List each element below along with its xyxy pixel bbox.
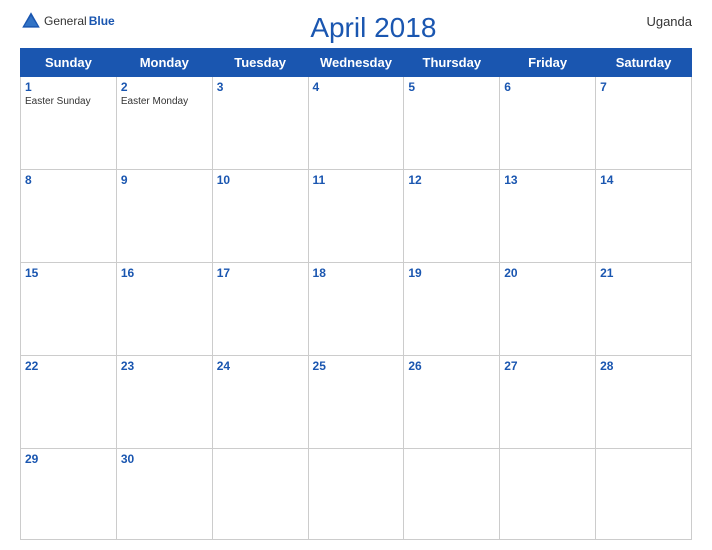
- header-sunday: Sunday: [21, 49, 117, 77]
- day-number: 26: [408, 359, 495, 373]
- table-row: 24: [212, 356, 308, 449]
- calendar-header: General Blue April 2018 Uganda: [20, 10, 692, 44]
- table-row: 28: [596, 356, 692, 449]
- table-row: 17: [212, 263, 308, 356]
- day-number: 12: [408, 173, 495, 187]
- table-row: [212, 449, 308, 540]
- day-number: 22: [25, 359, 112, 373]
- day-number: 6: [504, 80, 591, 94]
- day-number: 8: [25, 173, 112, 187]
- day-number: 17: [217, 266, 304, 280]
- table-row: 20: [500, 263, 596, 356]
- calendar-table: Sunday Monday Tuesday Wednesday Thursday…: [20, 48, 692, 540]
- day-number: 4: [313, 80, 400, 94]
- day-number: 24: [217, 359, 304, 373]
- day-number: 23: [121, 359, 208, 373]
- country-label: Uganda: [632, 10, 692, 29]
- logo-blue-text: Blue: [89, 14, 115, 28]
- table-row: 9: [116, 170, 212, 263]
- table-row: 23: [116, 356, 212, 449]
- table-row: 2 Easter Monday: [116, 77, 212, 170]
- day-number: 7: [600, 80, 687, 94]
- day-number: 1: [25, 80, 112, 94]
- header-monday: Monday: [116, 49, 212, 77]
- table-row: 18: [308, 263, 404, 356]
- table-row: 22: [21, 356, 117, 449]
- day-number: 5: [408, 80, 495, 94]
- logo-general-text: General: [44, 14, 87, 28]
- calendar-week-row: 22 23 24 25 26 27 28: [21, 356, 692, 449]
- day-number: 29: [25, 452, 112, 466]
- day-number: 25: [313, 359, 400, 373]
- table-row: 21: [596, 263, 692, 356]
- table-row: [308, 449, 404, 540]
- day-number: 30: [121, 452, 208, 466]
- day-number: 15: [25, 266, 112, 280]
- day-number: 9: [121, 173, 208, 187]
- table-row: 5: [404, 77, 500, 170]
- table-row: 19: [404, 263, 500, 356]
- calendar-title: April 2018: [115, 10, 632, 44]
- holiday-label: Easter Sunday: [25, 96, 112, 107]
- header-friday: Friday: [500, 49, 596, 77]
- table-row: 7: [596, 77, 692, 170]
- table-row: 30: [116, 449, 212, 540]
- table-row: 15: [21, 263, 117, 356]
- header-tuesday: Tuesday: [212, 49, 308, 77]
- table-row: 8: [21, 170, 117, 263]
- day-number: 13: [504, 173, 591, 187]
- day-number: 19: [408, 266, 495, 280]
- day-number: 20: [504, 266, 591, 280]
- header-saturday: Saturday: [596, 49, 692, 77]
- table-row: 16: [116, 263, 212, 356]
- day-number: 21: [600, 266, 687, 280]
- day-number: 18: [313, 266, 400, 280]
- calendar-week-row: 29 30: [21, 449, 692, 540]
- table-row: 10: [212, 170, 308, 263]
- table-row: 13: [500, 170, 596, 263]
- day-number: 11: [313, 173, 400, 187]
- table-row: 29: [21, 449, 117, 540]
- table-row: 11: [308, 170, 404, 263]
- calendar-week-row: 15 16 17 18 19 20 21: [21, 263, 692, 356]
- table-row: 1 Easter Sunday: [21, 77, 117, 170]
- table-row: 3: [212, 77, 308, 170]
- calendar-week-row: 89 10 11 12 13 14: [21, 170, 692, 263]
- logo: General Blue: [20, 10, 115, 32]
- table-row: [500, 449, 596, 540]
- table-row: 25: [308, 356, 404, 449]
- table-row: 4: [308, 77, 404, 170]
- table-row: 14: [596, 170, 692, 263]
- table-row: 6: [500, 77, 596, 170]
- day-number: 14: [600, 173, 687, 187]
- table-row: 27: [500, 356, 596, 449]
- day-number: 16: [121, 266, 208, 280]
- logo-icon: [20, 10, 42, 32]
- header-wednesday: Wednesday: [308, 49, 404, 77]
- day-number: 28: [600, 359, 687, 373]
- table-row: 12: [404, 170, 500, 263]
- holiday-label: Easter Monday: [121, 96, 208, 107]
- header-thursday: Thursday: [404, 49, 500, 77]
- day-number: 3: [217, 80, 304, 94]
- table-row: [596, 449, 692, 540]
- weekday-header-row: Sunday Monday Tuesday Wednesday Thursday…: [21, 49, 692, 77]
- calendar-week-row: 1 Easter Sunday 2 Easter Monday 34567: [21, 77, 692, 170]
- day-number: 27: [504, 359, 591, 373]
- day-number: 2: [121, 80, 208, 94]
- table-row: 26: [404, 356, 500, 449]
- day-number: 10: [217, 173, 304, 187]
- table-row: [404, 449, 500, 540]
